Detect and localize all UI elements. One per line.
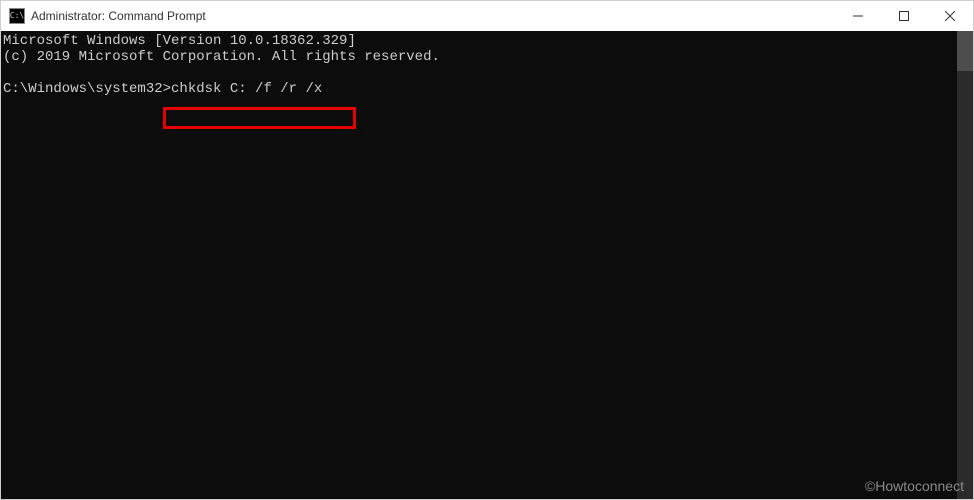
window-controls <box>835 1 973 31</box>
window-title: Administrator: Command Prompt <box>31 9 835 23</box>
maximize-icon <box>899 11 909 21</box>
scrollbar-thumb[interactable] <box>957 31 973 71</box>
titlebar[interactable]: C:\ Administrator: Command Prompt <box>1 1 973 31</box>
vertical-scrollbar[interactable] <box>957 31 973 499</box>
terminal-content[interactable]: Microsoft Windows [Version 10.0.18362.32… <box>1 31 957 499</box>
terminal-area: Microsoft Windows [Version 10.0.18362.32… <box>1 31 973 499</box>
minimize-button[interactable] <box>835 1 881 31</box>
maximize-button[interactable] <box>881 1 927 31</box>
prompt: C:\Windows\system32> <box>3 81 171 97</box>
command-prompt-window: C:\ Administrator: Command Prompt Micros… <box>0 0 974 500</box>
command-input[interactable]: chkdsk C: /f /r /x <box>171 81 322 97</box>
close-button[interactable] <box>927 1 973 31</box>
watermark-text: ©Howtoconnect <box>865 478 964 494</box>
app-icon-glyph: C:\ <box>10 12 24 20</box>
terminal-line: Microsoft Windows [Version 10.0.18362.32… <box>3 33 356 49</box>
close-icon <box>945 11 955 21</box>
minimize-icon <box>853 11 863 21</box>
terminal-line: (c) 2019 Microsoft Corporation. All righ… <box>3 49 440 65</box>
app-icon: C:\ <box>9 8 25 24</box>
annotation-highlight <box>163 107 356 129</box>
